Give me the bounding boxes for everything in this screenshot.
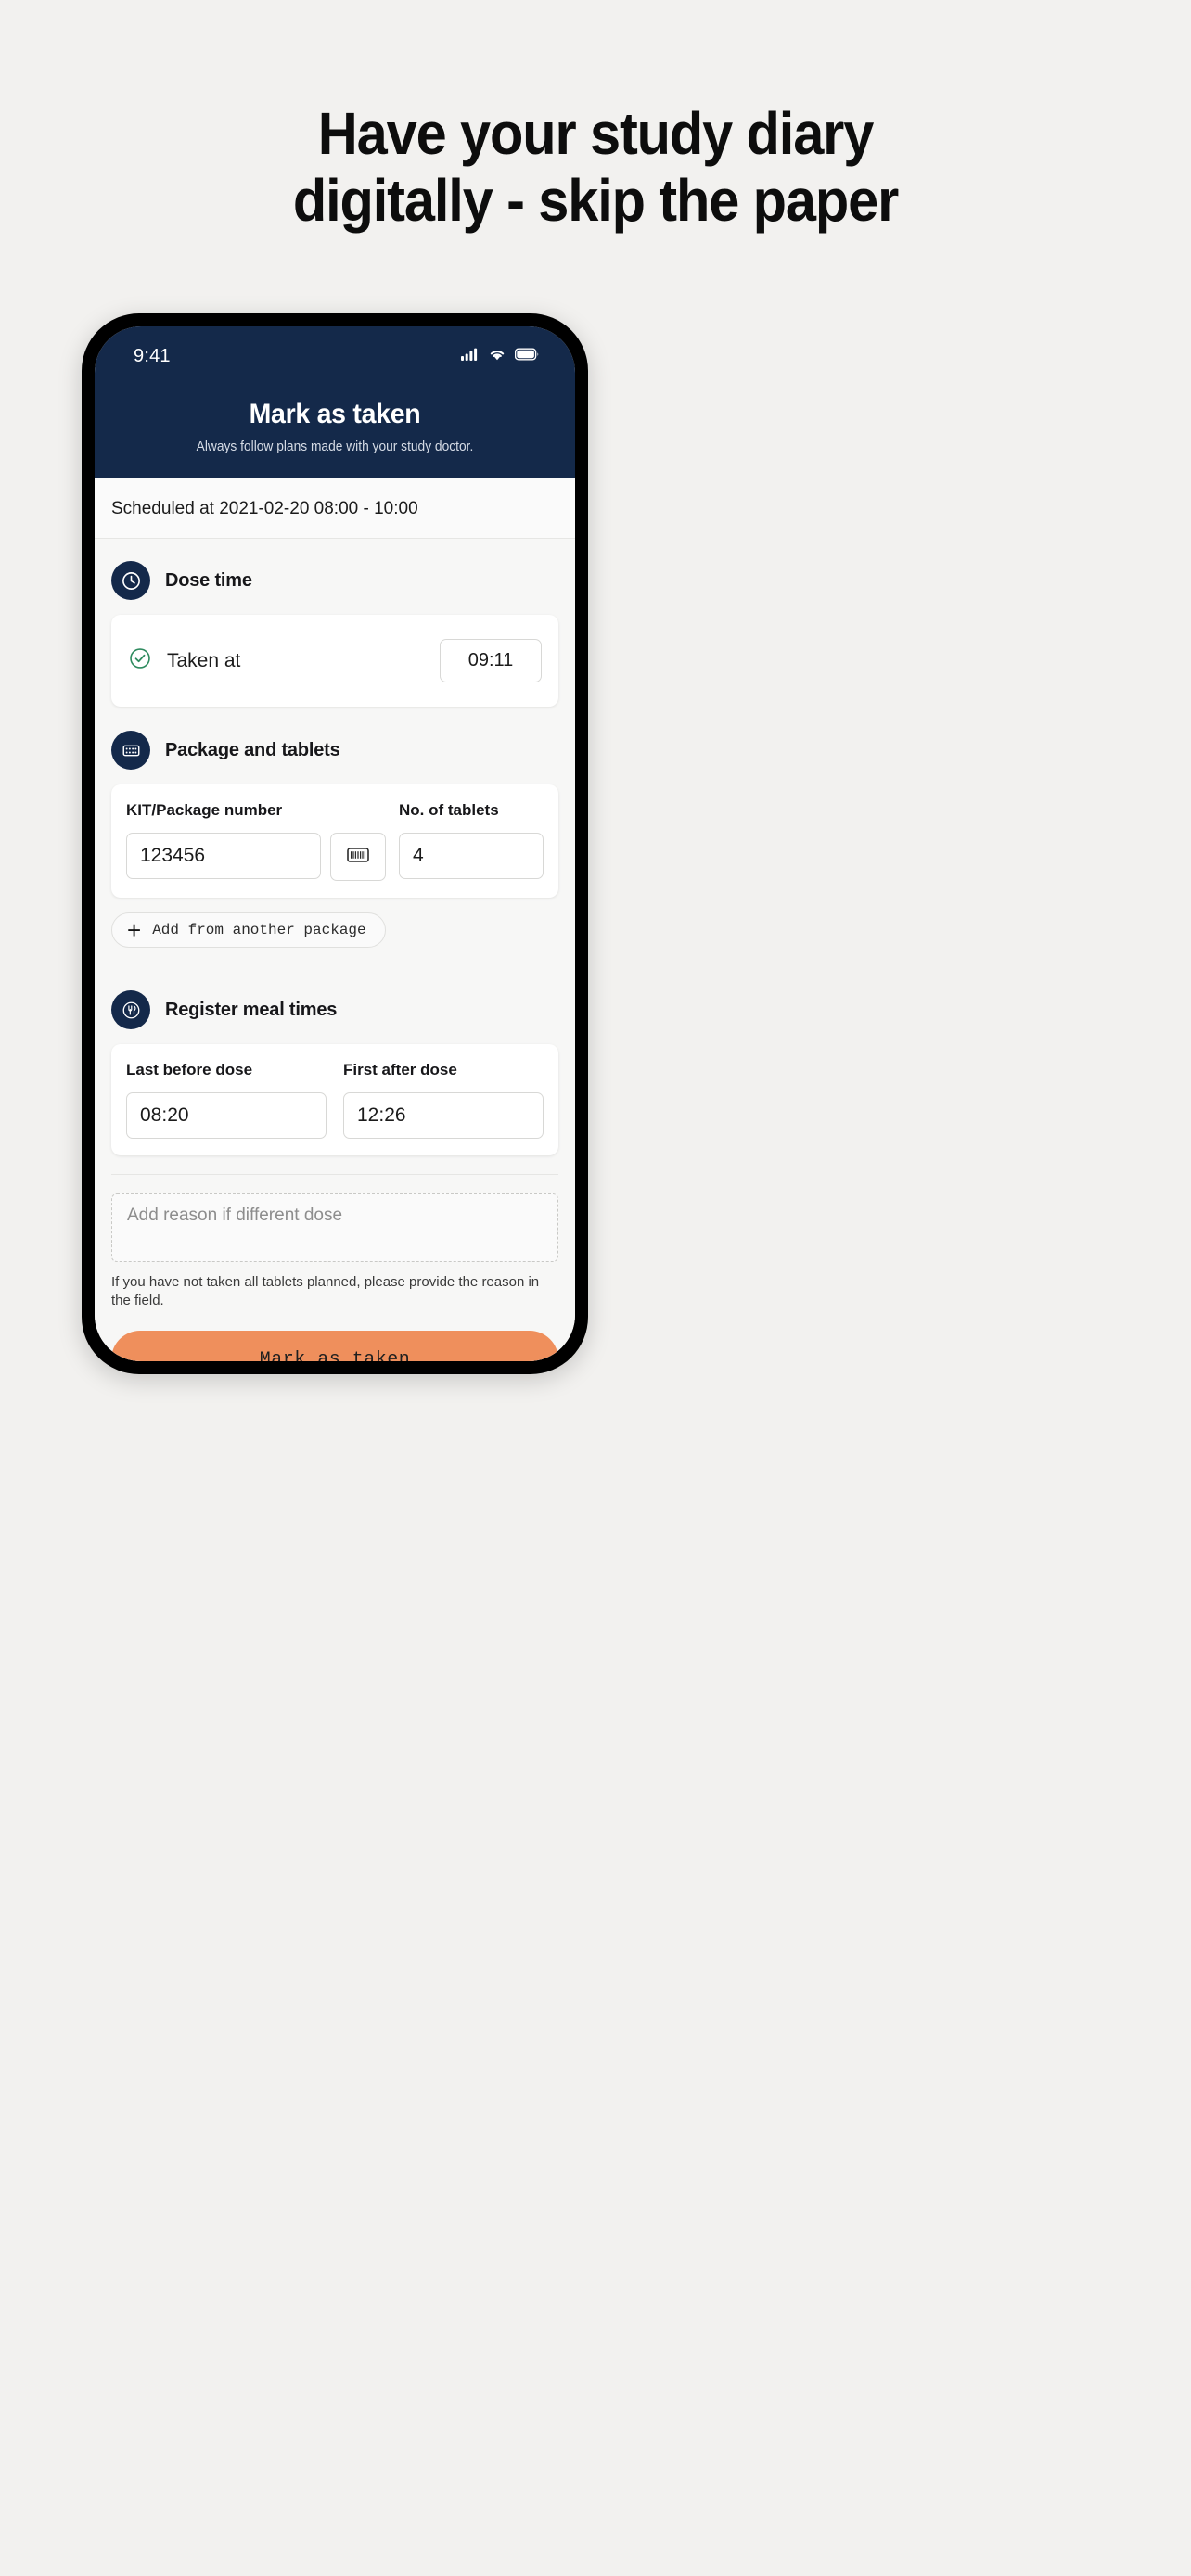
first-after-dose-label: First after dose (343, 1061, 457, 1079)
kit-number-label: KIT/Package number (126, 801, 283, 819)
page-subtitle: Always follow plans made with your study… (196, 440, 474, 454)
meal-times-card: Last before dose 08:20 First after dose … (111, 1044, 558, 1156)
status-bar: 9:41 (95, 326, 575, 380)
tablets-count-label: No. of tablets (399, 801, 499, 819)
kit-number-group: KIT/Package number 123456 (126, 801, 386, 881)
status-bar-icons (461, 348, 540, 365)
headline-line-1: Have your study diary (317, 100, 875, 167)
section-package-tablets: Package and tablets KIT/Package number 1… (95, 708, 575, 968)
battery-icon (514, 348, 540, 365)
taken-at-time-input[interactable]: 09:11 (440, 639, 542, 682)
package-fields: KIT/Package number 123456 No. of tablets… (126, 801, 544, 881)
kit-number-input-row: 123456 (126, 833, 386, 881)
taken-at-row: Taken at 09:11 (126, 631, 544, 690)
section-meal-times: Register meal times Last before dose 08:… (95, 968, 575, 1157)
reason-textarea[interactable]: Add reason if different dose (111, 1193, 558, 1263)
first-after-dose-group: First after dose 12:26 (343, 1061, 544, 1140)
last-before-dose-group: Last before dose 08:20 (126, 1061, 327, 1140)
cutlery-icon (111, 990, 150, 1030)
app-header: Mark as taken Always follow plans made w… (95, 380, 575, 478)
barcode-scan-icon (346, 846, 370, 869)
section-dose-time: Dose time Taken at 09:11 (95, 539, 575, 708)
phone-screen: 9:41 Mark as taken Always follow plans m… (95, 326, 575, 1361)
last-before-dose-label: Last before dose (126, 1061, 253, 1079)
headline-line-2: digitally - skip the paper (292, 167, 899, 234)
wifi-icon (488, 348, 506, 365)
section-header-meal: Register meal times (95, 968, 575, 1044)
scheduled-text: Scheduled at 2021-02-20 08:00 - 10:00 (95, 478, 575, 539)
screen-content: Scheduled at 2021-02-20 08:00 - 10:00 Do… (95, 478, 575, 1361)
package-card: KIT/Package number 123456 No. of tablets… (111, 784, 558, 898)
section-title-package: Package and tablets (165, 739, 340, 760)
reason-wrap: Add reason if different dose (95, 1175, 575, 1263)
page-title: Mark as taken (249, 399, 421, 429)
add-from-another-package-button[interactable]: + Add from another package (111, 912, 386, 949)
tablets-count-input-row: 4 (399, 833, 544, 879)
mark-as-taken-button[interactable]: Mark as taken (111, 1331, 558, 1361)
meal-fields: Last before dose 08:20 First after dose … (126, 1061, 544, 1140)
tablets-count-input[interactable]: 4 (399, 833, 544, 879)
barcode-scan-button[interactable] (330, 833, 386, 881)
status-bar-time: 9:41 (134, 345, 171, 366)
blister-pack-icon (111, 731, 150, 770)
check-circle-icon (128, 646, 152, 675)
section-header-dose-time: Dose time (95, 539, 575, 615)
plus-icon: + (127, 916, 142, 944)
taken-at-label: Taken at (167, 649, 241, 671)
add-package-wrap: + Add from another package (95, 898, 575, 966)
phone-frame: 9:41 Mark as taken Always follow plans m… (82, 313, 588, 1374)
cellular-signal-icon (461, 348, 480, 365)
taken-at-left: Taken at (128, 646, 240, 675)
kit-number-input[interactable]: 123456 (126, 833, 321, 879)
first-after-dose-input[interactable]: 12:26 (343, 1092, 544, 1140)
reason-placeholder: Add reason if different dose (127, 1205, 343, 1226)
marketing-headline: Have your study diary digitally - skip t… (42, 100, 1149, 234)
cta-wrap: Mark as taken (95, 1310, 575, 1361)
clock-icon (111, 561, 150, 600)
section-title-meal: Register meal times (165, 999, 338, 1020)
dose-time-card: Taken at 09:11 (111, 615, 558, 707)
last-before-dose-input[interactable]: 08:20 (126, 1092, 327, 1140)
reason-helper-text: If you have not taken all tablets planne… (111, 1274, 540, 1309)
tablets-count-group: No. of tablets 4 (399, 801, 544, 881)
add-from-another-package-label: Add from another package (152, 922, 366, 939)
section-header-package: Package and tablets (95, 708, 575, 784)
section-title-dose-time: Dose time (165, 569, 252, 591)
